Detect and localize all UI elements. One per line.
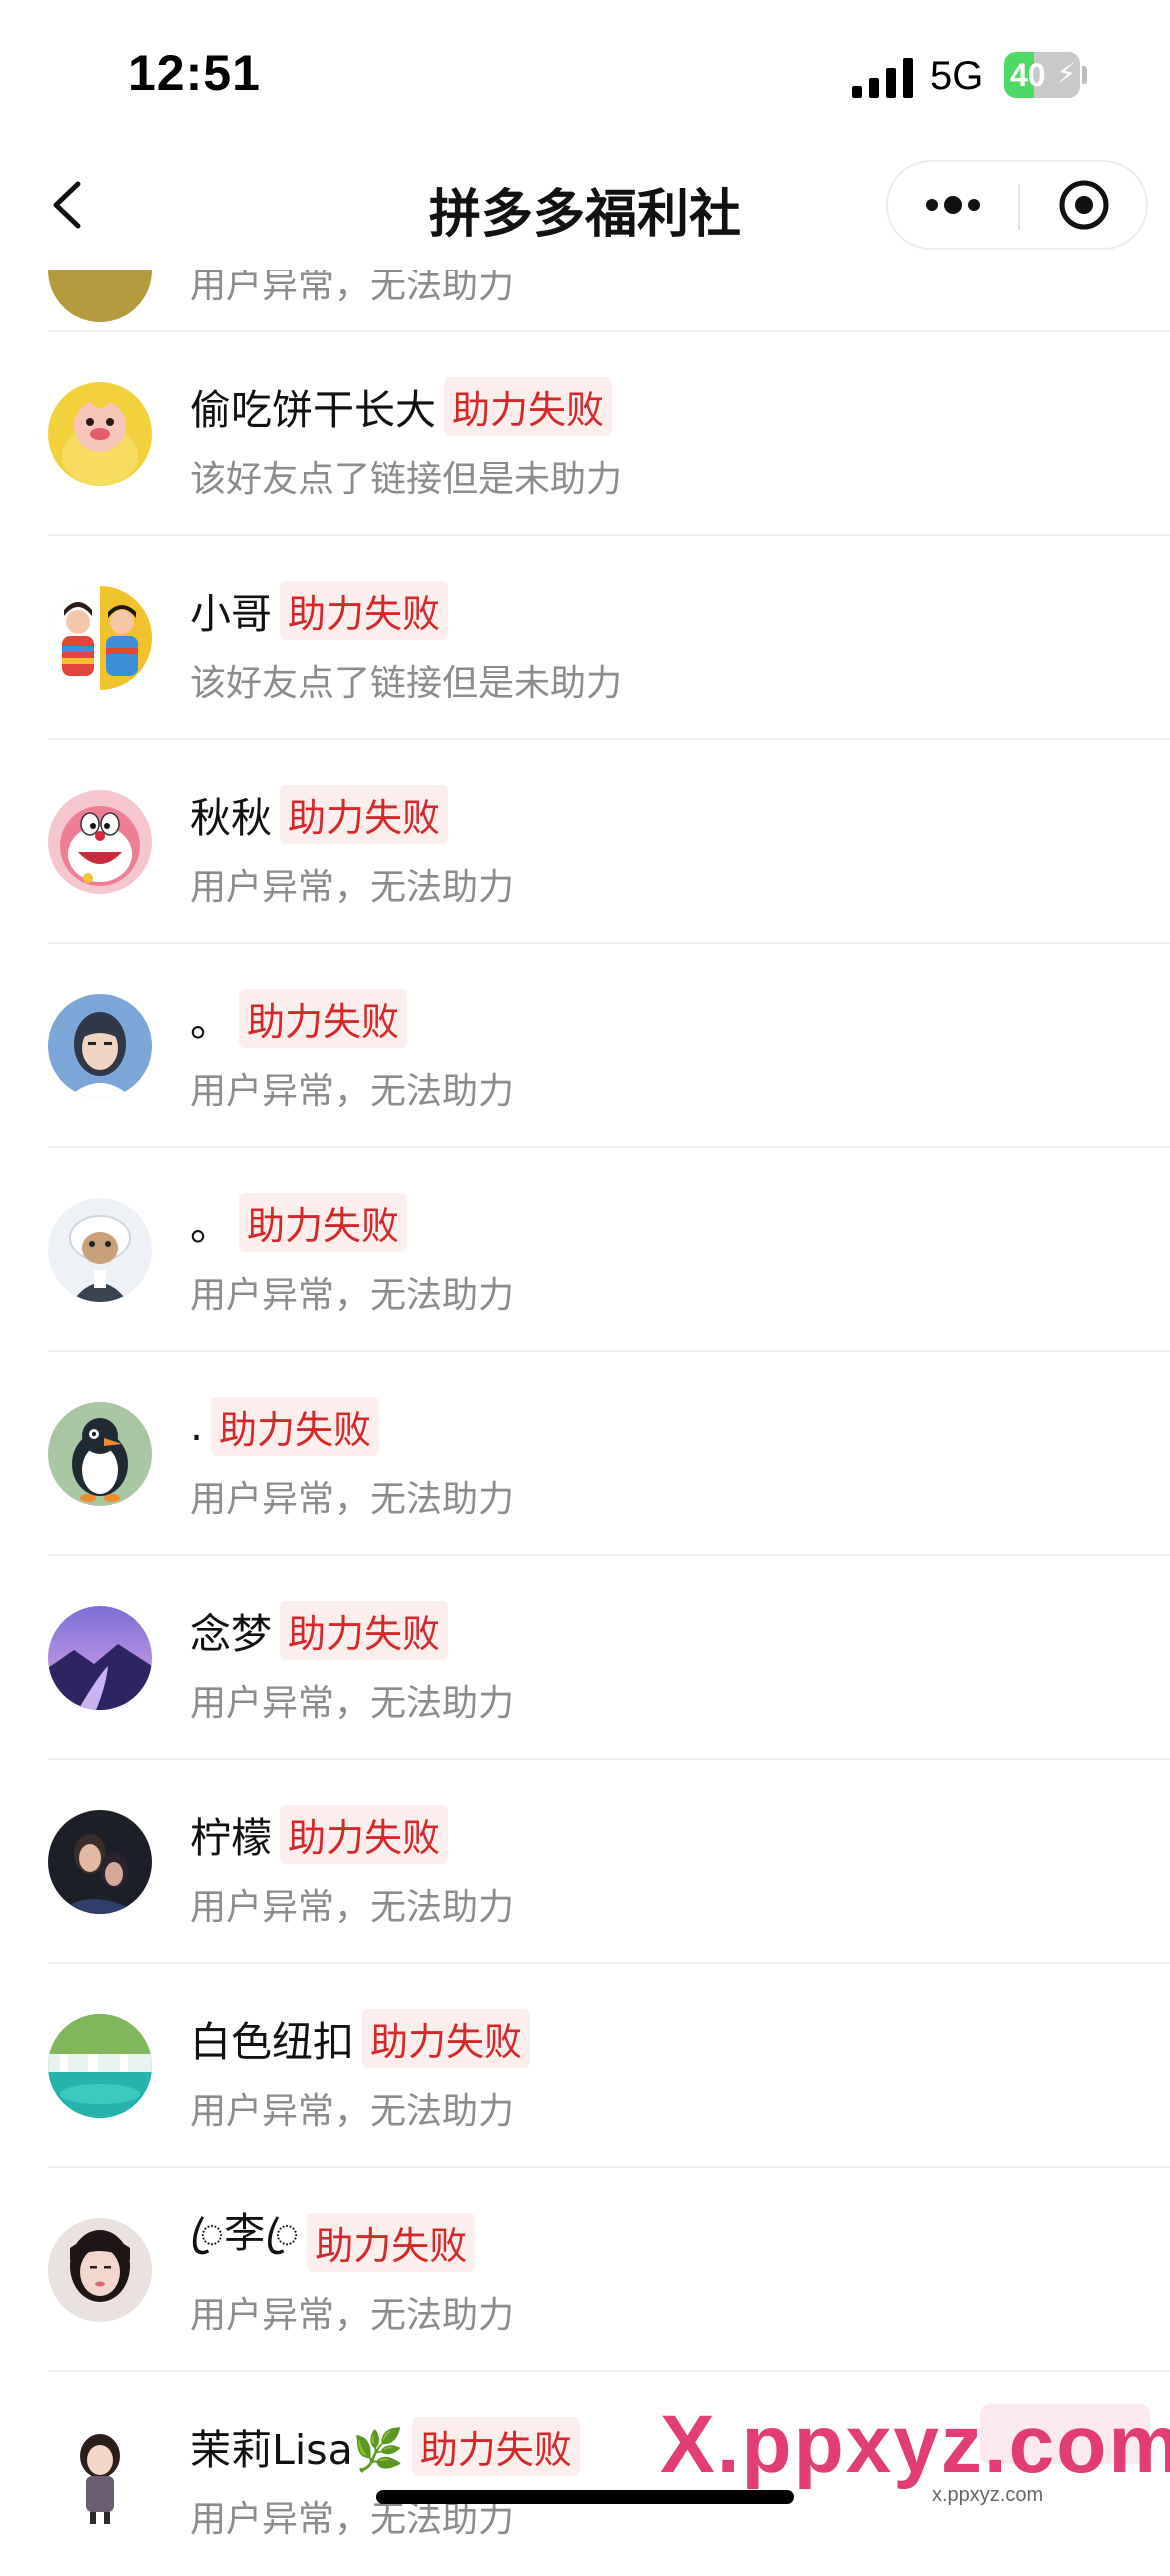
status-time: 12:51 xyxy=(128,45,261,101)
list-item-partial[interactable]: 用户异常，无法助力 xyxy=(0,270,1170,332)
friend-name-line: 秋秋 助力失败 xyxy=(190,782,449,846)
status-badge: 助力失败 xyxy=(211,1396,380,1456)
friend-reason: 用户异常，无法助力 xyxy=(190,1887,515,1928)
list-item[interactable]: 。 助力失败 用户异常，无法助力 xyxy=(0,944,1170,1148)
list-item[interactable]: 白色纽扣 助力失败 用户异常，无法助力 xyxy=(0,1964,1170,2168)
nav-bar: 拼多多福利社 xyxy=(0,140,1170,270)
friend-name: 小哥 xyxy=(190,590,272,638)
list-item[interactable]: ꦿ李ꦿ 助力失败 用户异常，无法助力 xyxy=(0,2168,1170,2372)
friend-reason: 用户异常，无法助力 xyxy=(190,1275,515,1316)
close-button[interactable] xyxy=(1020,162,1148,248)
status-badge: 助力失败 xyxy=(280,580,449,640)
list-item[interactable]: 念梦 助力失败 用户异常，无法助力 xyxy=(0,1556,1170,1760)
yellow-duck-avatar xyxy=(48,382,152,486)
signal-icon xyxy=(852,58,913,98)
status-badge: 助力失败 xyxy=(239,988,408,1048)
friend-name-line: 。 助力失败 xyxy=(190,986,408,1050)
portrait-avatar xyxy=(48,1810,152,1914)
battery-cap xyxy=(1082,66,1087,84)
status-badge: 助力失败 xyxy=(280,1804,449,1864)
friend-reason: 用户异常，无法助力 xyxy=(190,1071,515,1112)
status-badge: 助力失败 xyxy=(411,2416,580,2476)
friend-name: 白色纽扣 xyxy=(190,2018,354,2066)
friend-name-line: 念梦 助力失败 xyxy=(190,1598,449,1662)
friend-reason: 该好友点了链接但是未助力 xyxy=(190,663,623,704)
status-badge: 助力失败 xyxy=(280,1600,449,1660)
status-badge: 助力失败 xyxy=(280,784,449,844)
anime-girl-avatar xyxy=(48,994,152,1098)
friend-name: 柠檬 xyxy=(190,1814,272,1862)
friend-reason: 用户异常，无法助力 xyxy=(190,270,515,306)
friend-reason: 用户异常，无法助力 xyxy=(190,1479,515,1520)
friend-reason: 用户异常，无法助力 xyxy=(190,2295,515,2336)
network-label: 5G xyxy=(930,54,984,98)
friend-name: 偷吃饼干长大 xyxy=(190,386,436,434)
list-item[interactable]: 。 助力失败 用户异常，无法助力 xyxy=(0,1148,1170,1352)
charging-bolt-icon: ⚡ xyxy=(1056,57,1076,90)
girl-photo-avatar xyxy=(48,2218,152,2322)
waterfall-avatar xyxy=(48,2014,152,2118)
friend-name-line: ꦿ李ꦿ 助力失败 xyxy=(190,2209,476,2274)
mini-program-capsule xyxy=(886,160,1148,250)
avatar xyxy=(48,270,152,322)
friend-name: 茉莉Lisa🌿 xyxy=(190,2426,404,2474)
list-item[interactable]: . 助力失败 用户异常，无法助力 xyxy=(0,1352,1170,1556)
penguin-avatar xyxy=(48,1402,152,1506)
battery-icon: 40 ⚡ xyxy=(1004,52,1080,98)
battery-level: 40 xyxy=(1010,57,1046,93)
friend-name: 。 xyxy=(190,998,231,1046)
friend-reason: 该好友点了链接但是未助力 xyxy=(190,459,623,500)
friend-name: . xyxy=(190,1402,204,1450)
friend-name: 念梦 xyxy=(190,1610,272,1658)
list-item[interactable]: 小哥 助力失败 该好友点了链接但是未助力 xyxy=(0,536,1170,740)
status-badge: 助力失败 xyxy=(307,2212,476,2272)
friend-reason: 用户异常，无法助力 xyxy=(190,867,515,908)
friend-name: ꦿ李ꦿ xyxy=(190,2209,300,2257)
target-close-icon xyxy=(1059,180,1109,230)
status-badge: 助力失败 xyxy=(362,2008,531,2068)
friend-name-line: 小哥 助力失败 xyxy=(190,578,449,642)
status-badge: 助力失败 xyxy=(444,376,613,436)
friend-name-line: 白色纽扣 助力失败 xyxy=(190,2006,531,2070)
more-dots-icon xyxy=(926,196,980,214)
watermark-sub: x.ppxyz.com xyxy=(932,2484,1044,2506)
friend-name-line: 柠檬 助力失败 xyxy=(190,1802,449,1866)
list-item[interactable]: 柠檬 助力失败 用户异常，无法助力 xyxy=(0,1760,1170,1964)
more-button[interactable] xyxy=(888,162,1018,248)
list-item[interactable]: 秋秋 助力失败 用户异常，无法助力 xyxy=(0,740,1170,944)
couple-avatar xyxy=(48,586,152,690)
friend-reason: 用户异常，无法助力 xyxy=(190,2091,515,2132)
friend-name-line: 茉莉Lisa🌿 助力失败 xyxy=(190,2414,580,2478)
friend-name-line: . 助力失败 xyxy=(190,1394,380,1458)
friend-name: 。 xyxy=(190,1202,231,1250)
watermark: X.ppxyz.com xyxy=(660,2399,1170,2490)
doraemon-avatar xyxy=(48,790,152,894)
friend-reason: 用户异常，无法助力 xyxy=(190,1683,515,1724)
chibi-girl-avatar xyxy=(48,2422,152,2526)
list-item[interactable]: 偷吃饼干长大 助力失败 该好友点了链接但是未助力 xyxy=(0,332,1170,536)
friend-name-line: 偷吃饼干长大 助力失败 xyxy=(190,374,613,438)
landscape-avatar xyxy=(48,1606,152,1710)
status-bar: 12:51 5G 40 ⚡ xyxy=(0,0,1170,140)
friend-name: 秋秋 xyxy=(190,794,272,842)
status-badge: 助力失败 xyxy=(239,1192,408,1252)
cartoon-goat-avatar xyxy=(48,1198,152,1302)
home-indicator[interactable] xyxy=(376,2490,794,2504)
friend-name-line: 。 助力失败 xyxy=(190,1190,408,1254)
